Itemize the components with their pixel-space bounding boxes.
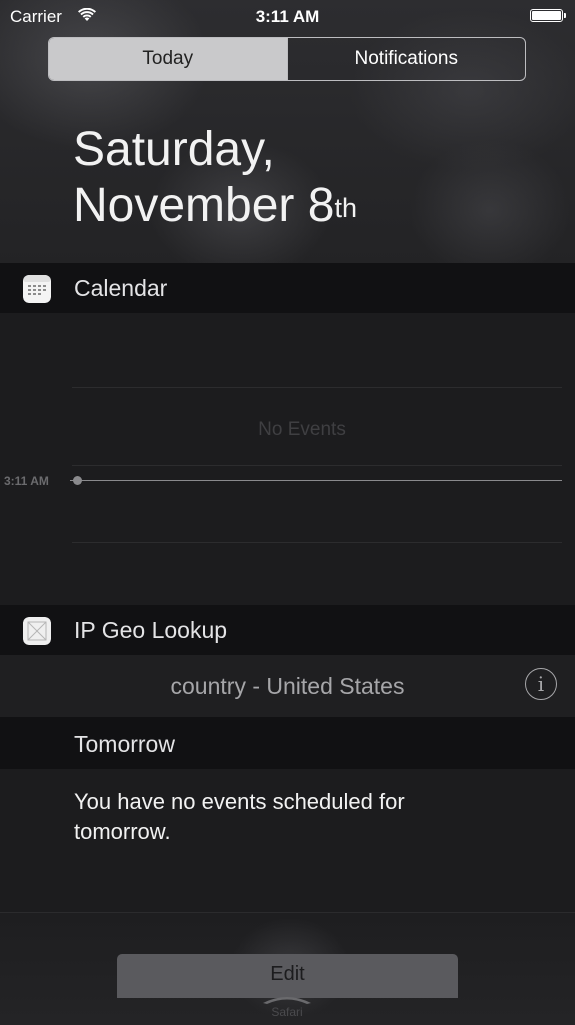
- current-time-line: [70, 480, 562, 481]
- date-ordinal-suffix: th: [334, 193, 357, 223]
- hour-divider: [72, 465, 562, 466]
- edit-button-label: Edit: [270, 963, 305, 985]
- clock-time: 3:11 AM: [255, 7, 320, 26]
- no-events-label: No Events: [258, 419, 346, 440]
- tab-today[interactable]: Today: [49, 38, 287, 80]
- current-time-dot: [73, 476, 82, 485]
- tomorrow-message: You have no events scheduled for tomorro…: [74, 789, 405, 844]
- info-icon[interactable]: i: [525, 668, 557, 700]
- calendar-widget-header[interactable]: Calendar: [0, 263, 575, 313]
- tomorrow-title: Tomorrow: [74, 731, 175, 757]
- date-weekday: Saturday,: [73, 123, 275, 176]
- notification-center-footer: Edit Safari: [0, 912, 575, 1025]
- calendar-widget-title: Calendar: [74, 274, 168, 301]
- date-month-day-text: November 8: [73, 179, 335, 232]
- dock-app-label: Safari: [271, 1005, 303, 1019]
- calendar-widget-body[interactable]: No Events 3:11 AM: [0, 313, 575, 605]
- ip-geo-country-value: country - United States: [170, 673, 405, 699]
- status-bar: Carrier 3:11 AM: [0, 0, 575, 32]
- grabber-handle-icon[interactable]: [261, 993, 313, 1005]
- tab-notifications[interactable]: Notifications: [286, 38, 526, 80]
- hour-divider: [72, 387, 562, 388]
- tomorrow-section-body: You have no events scheduled for tomorro…: [0, 769, 575, 912]
- ip-geo-widget-title: IP Geo Lookup: [74, 616, 228, 643]
- battery-icon: [530, 9, 566, 22]
- ip-geo-icon: [23, 617, 51, 645]
- date-heading: Saturday, November 8th: [73, 122, 357, 234]
- current-time-label: 3:11 AM: [4, 474, 49, 488]
- date-month-day: November 8th: [73, 178, 357, 234]
- calendar-icon: [23, 275, 51, 303]
- today-notifications-segmented-control: Today Notifications: [48, 37, 526, 81]
- tomorrow-section-header: Tomorrow: [0, 717, 575, 769]
- ip-geo-widget-header[interactable]: IP Geo Lookup: [0, 605, 575, 655]
- edit-button[interactable]: Edit: [117, 954, 458, 998]
- hour-divider: [72, 542, 562, 543]
- ip-geo-result-row[interactable]: country - United States i: [0, 655, 575, 717]
